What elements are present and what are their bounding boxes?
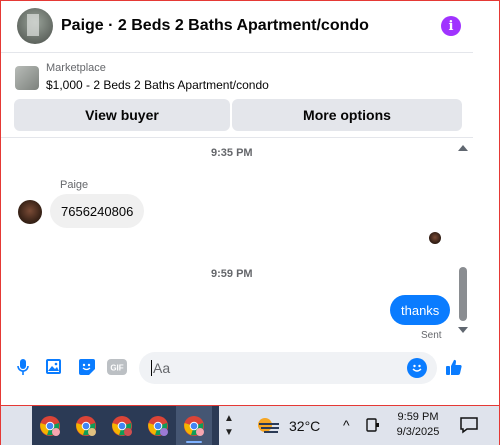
contact-avatar[interactable] <box>17 8 53 44</box>
incoming-message[interactable]: 7656240806 <box>50 194 145 228</box>
sticker-icon[interactable] <box>77 357 97 377</box>
notification-icon[interactable] <box>459 415 479 435</box>
window-bottom-gap <box>1 391 499 406</box>
active-indicator <box>186 441 202 443</box>
scroll-up-arrow-icon[interactable] <box>458 145 468 151</box>
marketplace-card: Marketplace $1,000 - 2 Beds 2 Baths Apar… <box>1 54 473 138</box>
chrome-icon[interactable] <box>176 406 212 445</box>
gif-icon[interactable]: GIF <box>107 357 127 377</box>
tray-chevron-up-icon[interactable]: ^ <box>343 417 350 433</box>
message-input-placeholder: Aa <box>153 360 171 376</box>
temperature[interactable]: 32°C <box>289 418 320 434</box>
clock-time: 9:59 PM <box>397 411 439 423</box>
chrome-icon[interactable] <box>32 406 68 445</box>
photo-icon[interactable] <box>44 357 64 377</box>
more-options-button[interactable]: More options <box>232 99 462 131</box>
outgoing-message[interactable]: thanks <box>390 295 451 325</box>
listing-title[interactable]: $1,000 - 2 Beds 2 Baths Apartment/condo <box>46 78 269 92</box>
taskbar-apps <box>32 406 219 445</box>
message-composer: GIF Aa <box>1 345 473 390</box>
chrome-icon[interactable] <box>140 406 176 445</box>
timestamp: 9:59 PM <box>211 268 253 280</box>
view-buyer-button[interactable]: View buyer <box>14 99 230 131</box>
weather-icon[interactable] <box>255 415 281 435</box>
listing-thumbnail[interactable] <box>15 66 39 90</box>
taskbar: ▲ ▼ 32°C ^ 9:59 PM 9/3/2025 <box>0 406 500 445</box>
marketplace-label: Marketplace <box>46 62 106 74</box>
sender-name: Paige <box>60 179 89 191</box>
seen-indicator-avatar <box>429 232 441 244</box>
scroll-down-arrow-icon[interactable] <box>458 327 468 333</box>
text-caret <box>151 360 152 376</box>
device-icon[interactable] <box>364 416 382 434</box>
chat-header: Paige · 2 Beds 2 Baths Apartment/condo i <box>1 0 473 53</box>
gif-label: GIF <box>110 364 123 373</box>
scrollbar-thumb[interactable] <box>459 267 467 321</box>
chat-title[interactable]: Paige · 2 Beds 2 Baths Apartment/condo <box>61 17 369 35</box>
message-input[interactable]: Aa <box>139 352 437 384</box>
chrome-icon[interactable] <box>68 406 104 445</box>
timestamp: 9:35 PM <box>211 147 253 159</box>
message-list: 9:35 PM Paige 7656240806 9:59 PM thanks … <box>1 139 473 344</box>
chrome-icon[interactable] <box>104 406 140 445</box>
thumbs-up-icon[interactable] <box>444 357 464 377</box>
system-clock[interactable]: 9:59 PM 9/3/2025 <box>390 410 446 440</box>
sender-avatar[interactable] <box>18 200 42 224</box>
clock-date: 9/3/2025 <box>396 426 440 438</box>
taskbar-overflow-chevron-icon[interactable]: ▲ ▼ <box>222 406 236 445</box>
message-status: Sent <box>421 330 442 341</box>
info-icon[interactable]: i <box>441 16 461 36</box>
scrollbar[interactable] <box>457 141 469 338</box>
emoji-icon[interactable] <box>407 358 427 378</box>
microphone-icon[interactable] <box>13 357 33 377</box>
